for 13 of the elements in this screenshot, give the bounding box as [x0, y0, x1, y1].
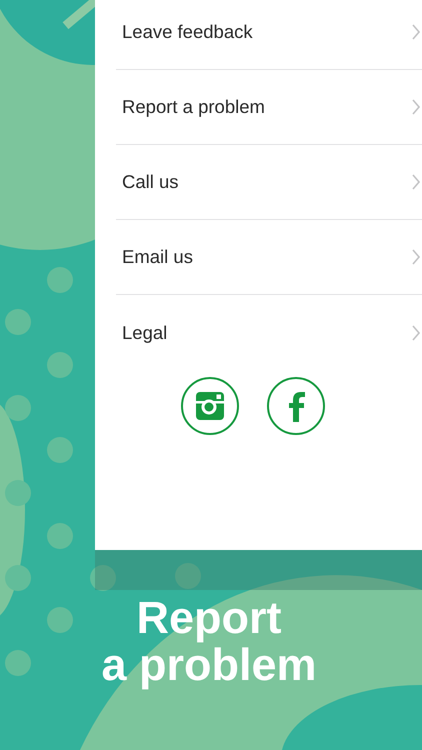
menu-item[interactable]: Leave feedback	[116, 0, 422, 70]
menu-item[interactable]: Report a problem	[116, 70, 422, 145]
facebook-icon[interactable]	[266, 376, 326, 436]
chevron-icon	[412, 249, 420, 265]
chevron-icon	[412, 174, 420, 190]
chevron-icon	[412, 24, 420, 40]
menu-item[interactable]: Email us	[116, 220, 422, 295]
chevron-icon	[412, 324, 420, 340]
chevron-icon	[412, 99, 420, 115]
caption-heading: Report a problem	[101, 594, 317, 688]
instagram-icon[interactable]	[180, 376, 240, 436]
menu-item[interactable]: Call us	[116, 145, 422, 220]
menu-item[interactable]: Legal	[116, 295, 422, 370]
